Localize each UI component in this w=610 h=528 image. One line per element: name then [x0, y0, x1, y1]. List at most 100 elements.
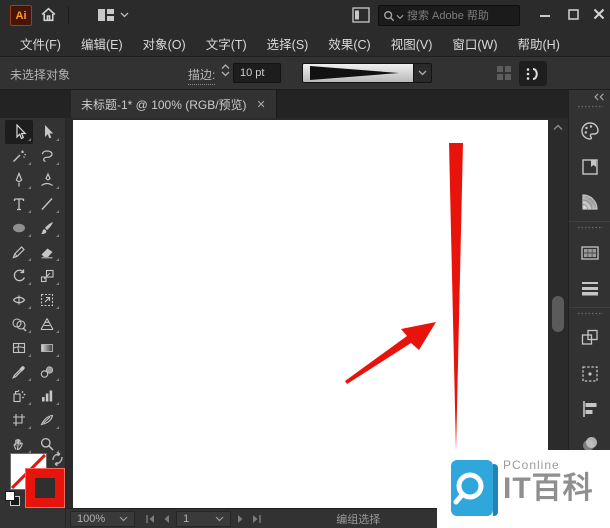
search-chevron-icon	[396, 14, 404, 19]
curvature-icon	[41, 172, 53, 186]
document-tab-title: 未标题-1* @ 100% (RGB/预览)	[81, 97, 247, 112]
first-artboard-icon[interactable]	[145, 514, 156, 524]
tool-blend[interactable]	[33, 360, 61, 384]
panel-swatch-book[interactable]	[573, 154, 607, 180]
artboard-number-value: 1	[183, 512, 190, 525]
swap-fill-stroke-icon[interactable]	[50, 452, 65, 466]
type-icon	[13, 198, 25, 211]
panel-swatches-grid[interactable]	[573, 239, 607, 265]
menu-file[interactable]: 文件(F)	[10, 30, 71, 57]
zoom-level-select[interactable]: 100%	[70, 510, 136, 527]
panel-color[interactable]	[573, 118, 607, 144]
tool-eraser[interactable]	[33, 240, 61, 264]
no-selection-label: 未选择对象	[10, 68, 71, 82]
tool-line-segment[interactable]	[33, 192, 61, 216]
panel-align[interactable]	[573, 396, 607, 422]
tool-scale[interactable]	[33, 264, 61, 288]
menubar: 文件(F) 编辑(E) 对象(O) 文字(T) 选择(S) 效果(C) 视图(V…	[0, 30, 610, 57]
zoom-tool-icon	[40, 437, 54, 451]
lasso-icon	[41, 150, 53, 162]
dock-drag-handle[interactable]	[576, 104, 603, 110]
tool-magic-wand[interactable]	[5, 144, 33, 168]
tool-eyedropper[interactable]	[5, 360, 33, 384]
workspace-layout-icon[interactable]	[97, 8, 115, 22]
stroke-weight-stepper[interactable]	[221, 64, 230, 77]
dock-drag-handle[interactable]	[576, 311, 603, 317]
previous-artboard-icon[interactable]	[162, 514, 170, 524]
tool-column-graph[interactable]	[33, 384, 61, 408]
last-artboard-icon[interactable]	[251, 514, 262, 524]
tool-direct-selection[interactable]	[33, 120, 61, 144]
document-tab[interactable]: 未标题-1* @ 100% (RGB/预览) ✕	[71, 90, 277, 118]
tool-slice[interactable]	[33, 408, 61, 432]
search-input[interactable]	[407, 9, 515, 22]
next-artboard-icon[interactable]	[237, 514, 245, 524]
tool-perspective-grid[interactable]	[33, 312, 61, 336]
panel-transparency[interactable]	[573, 325, 607, 351]
scale-icon	[40, 269, 54, 283]
brush-definition-chevron-icon[interactable]	[414, 63, 432, 83]
minimize-button[interactable]	[532, 0, 558, 28]
tool-ellipse[interactable]	[5, 216, 33, 240]
color-guide-icon	[581, 194, 598, 210]
tool-paintbrush[interactable]	[33, 216, 61, 240]
layout-grid-icon[interactable]	[497, 66, 511, 80]
maximize-button[interactable]	[560, 0, 586, 28]
workspace-chevron-icon[interactable]	[120, 12, 129, 18]
tool-width[interactable]	[5, 288, 33, 312]
tool-type[interactable]	[5, 192, 33, 216]
collapse-dock-icon[interactable]	[592, 93, 606, 101]
tool-curvature[interactable]	[33, 168, 61, 192]
tool-pen[interactable]	[5, 168, 33, 192]
app-logo-icon[interactable]: Ai	[10, 5, 32, 26]
home-icon[interactable]	[40, 6, 57, 23]
menu-effect[interactable]: 效果(C)	[318, 30, 380, 57]
panel-color-guide[interactable]	[573, 189, 607, 215]
dock-control-icon	[526, 67, 538, 80]
scrollbar-thumb[interactable]	[552, 296, 564, 332]
menu-object[interactable]: 对象(O)	[133, 30, 196, 57]
tool-symbol-sprayer[interactable]	[5, 384, 33, 408]
width-tool-icon	[12, 295, 26, 305]
selection-icon	[16, 124, 27, 140]
tool-rotate[interactable]	[5, 264, 33, 288]
menu-edit[interactable]: 编辑(E)	[71, 30, 133, 57]
tab-close-icon[interactable]: ✕	[257, 98, 266, 111]
pencil-icon	[12, 246, 25, 259]
tool-mesh[interactable]	[5, 336, 33, 360]
eraser-icon	[41, 248, 53, 259]
watermark: PConline IT百科	[437, 450, 610, 528]
help-search[interactable]	[378, 5, 520, 26]
panel-stroke[interactable]	[573, 275, 607, 301]
tool-pencil[interactable]	[5, 240, 33, 264]
tool-shape-builder[interactable]	[5, 312, 33, 336]
menu-view[interactable]: 视图(V)	[381, 30, 443, 57]
menu-type[interactable]: 文字(T)	[196, 30, 257, 57]
close-button[interactable]	[586, 0, 610, 28]
menu-help[interactable]: 帮助(H)	[508, 30, 570, 57]
pen-icon	[15, 172, 23, 187]
perspective-grid-icon	[40, 318, 54, 331]
zoom-chevron-icon	[119, 516, 128, 521]
stroke-weight-input[interactable]: 10 pt	[233, 63, 281, 83]
arrange-documents-icon[interactable]	[352, 7, 370, 23]
stroke-indicator[interactable]	[25, 468, 65, 508]
menu-window[interactable]: 窗口(W)	[442, 30, 507, 57]
menu-select[interactable]: 选择(S)	[257, 30, 319, 57]
dock-control-button[interactable]	[519, 61, 547, 86]
tool-artboard[interactable]	[5, 408, 33, 432]
tool-free-transform[interactable]	[33, 288, 61, 312]
stroke-weight-label[interactable]: 描边:	[188, 66, 216, 85]
panel-artboards[interactable]	[573, 361, 607, 387]
scroll-up-icon[interactable]	[553, 124, 563, 131]
tool-lasso[interactable]	[33, 144, 61, 168]
tool-gradient[interactable]	[33, 336, 61, 360]
blend-icon	[40, 366, 54, 378]
dock-drag-handle[interactable]	[576, 226, 603, 231]
default-fill-stroke-icon[interactable]	[5, 491, 22, 508]
rotate-icon	[13, 269, 25, 282]
width-profile-icon	[310, 66, 399, 80]
tool-selection[interactable]	[5, 120, 33, 144]
artboard-number-select[interactable]: 1	[176, 510, 232, 527]
brush-definition-preview[interactable]	[302, 63, 414, 83]
